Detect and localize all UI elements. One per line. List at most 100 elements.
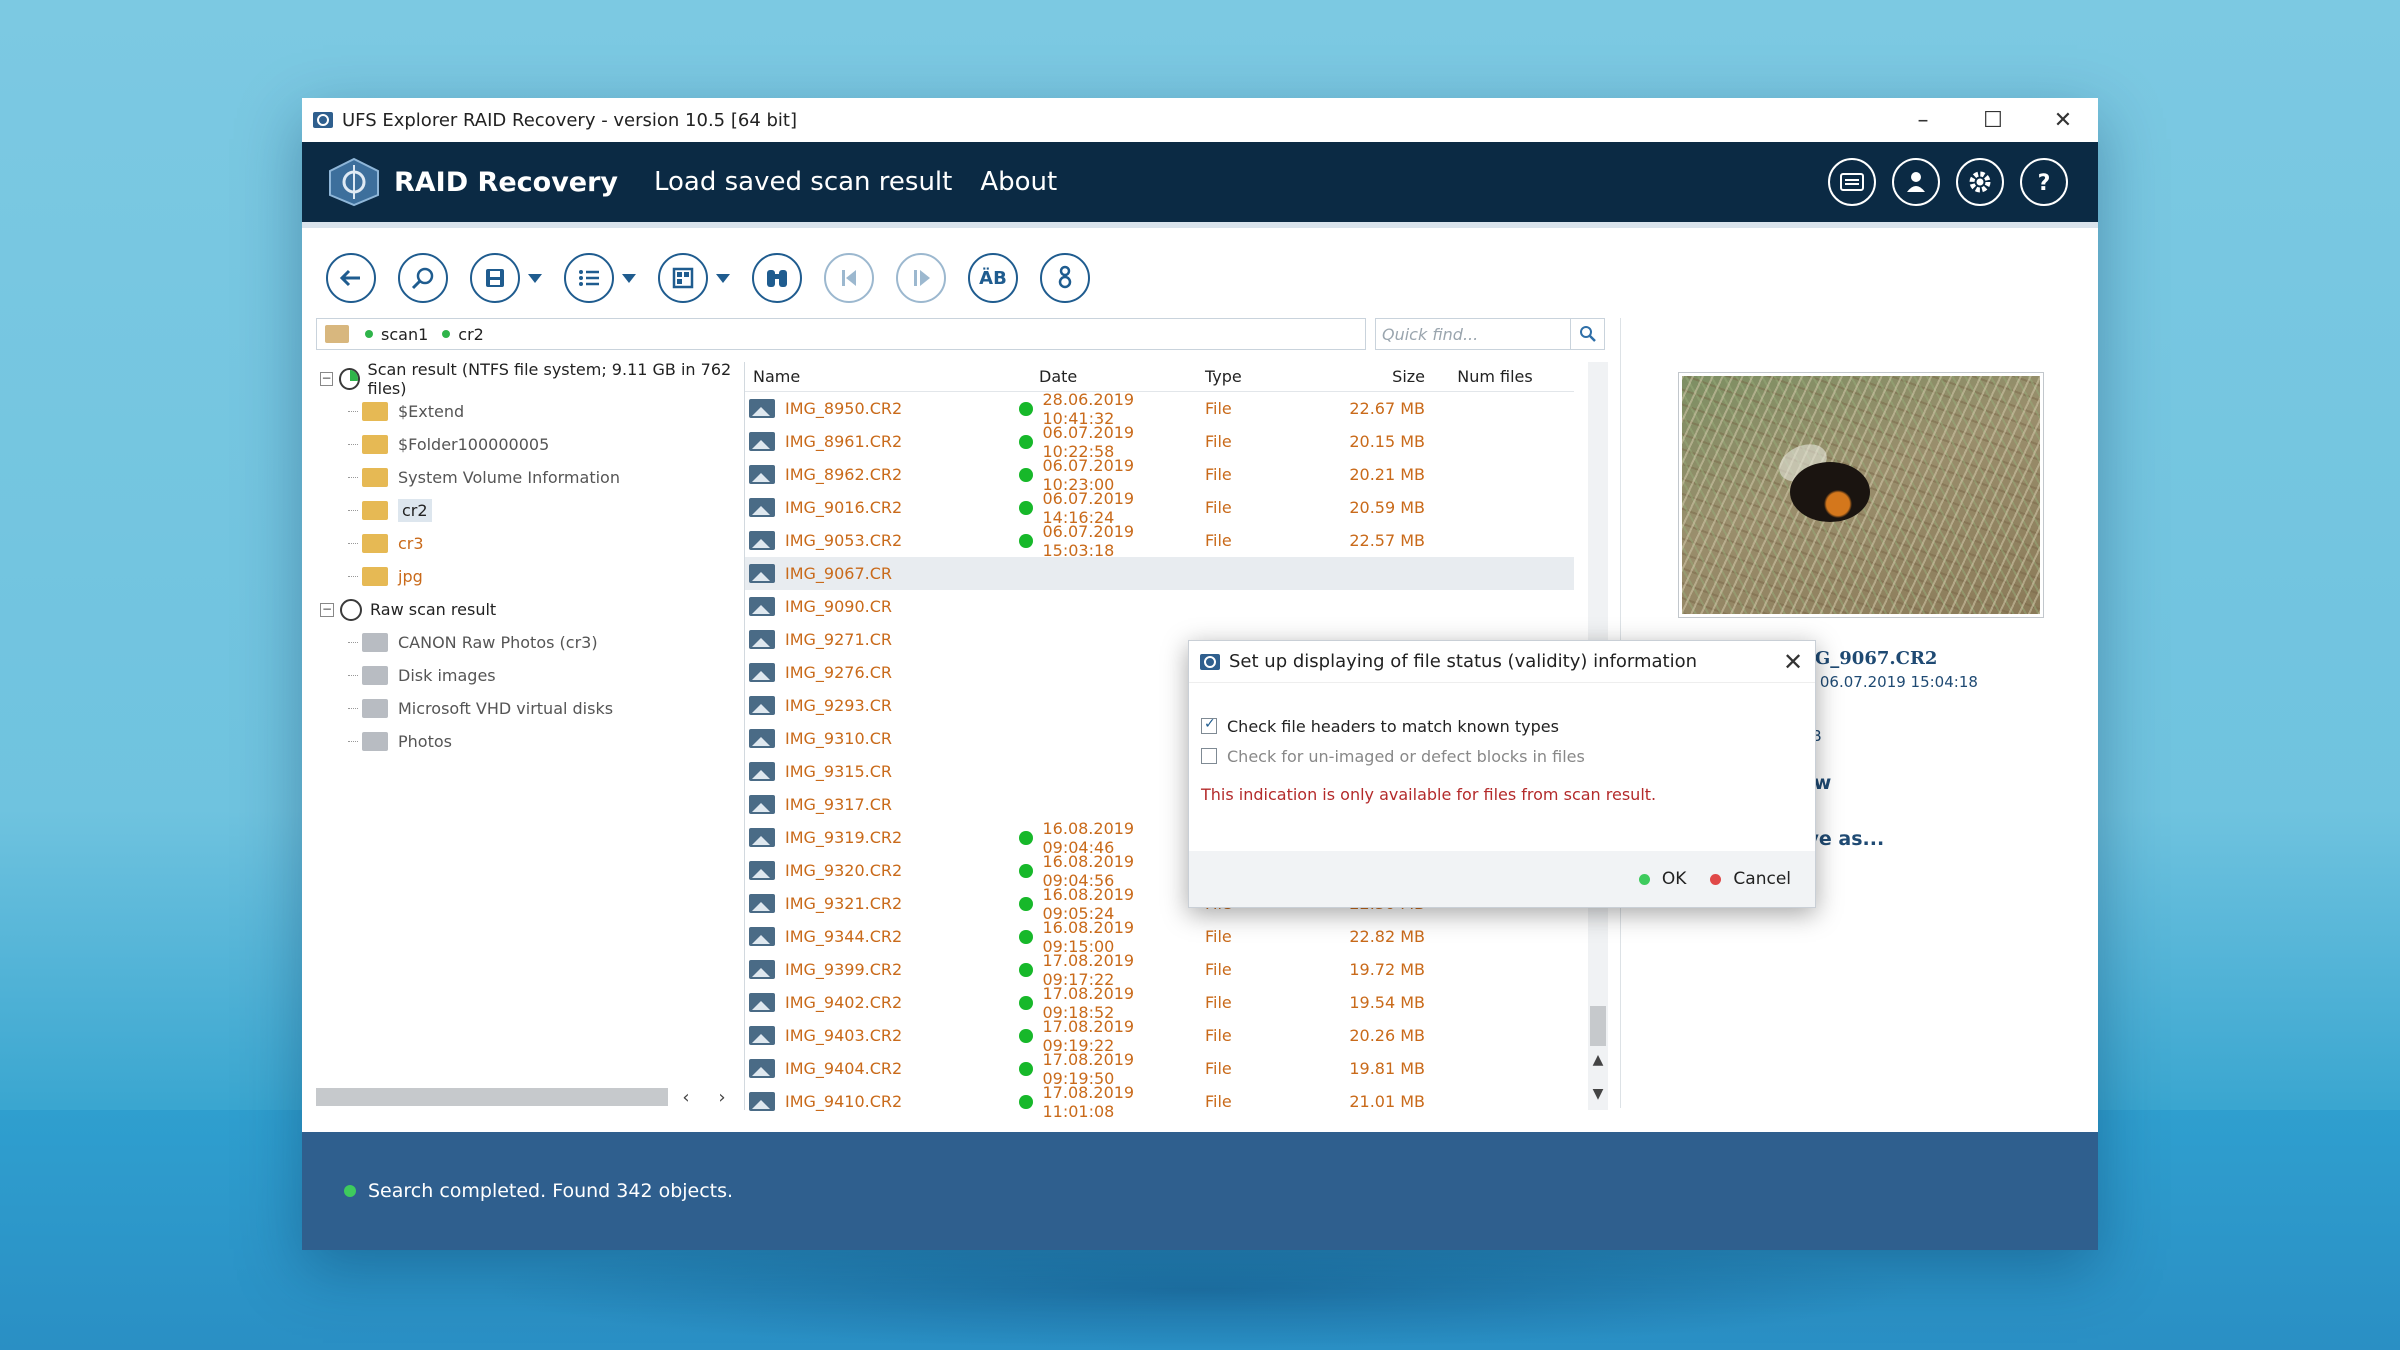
file-status-dialog: Set up displaying of file status (validi… <box>1188 640 1816 908</box>
image-file-icon <box>749 762 775 781</box>
info-icon[interactable] <box>1040 253 1090 303</box>
cell-type: File <box>1205 1059 1232 1078</box>
table-row[interactable]: IMG_9404.CR2 17.08.2019 09:19:50 File 19.81… <box>745 1050 1574 1088</box>
tree-node[interactable]: Photos <box>316 725 742 758</box>
thumbnail-view-icon[interactable] <box>658 253 708 303</box>
table-row[interactable]: IMG_9053.CR2 06.07.2019 15:03:18 File 22.57… <box>745 522 1574 560</box>
cancel-button[interactable]: Cancel <box>1710 869 1791 889</box>
breadcrumb-item[interactable]: cr2 <box>442 325 484 344</box>
check-blocks-checkbox[interactable] <box>1201 748 1217 764</box>
list-view-dropdown-icon[interactable] <box>622 273 636 283</box>
table-row[interactable]: IMG_9016.CR2 06.07.2019 14:16:24 File 20.59… <box>745 489 1574 527</box>
nav-load-saved-scan[interactable]: Load saved scan result <box>654 167 952 197</box>
quick-find-placeholder: Quick find... <box>1382 324 1479 344</box>
column-num-files[interactable]: Num files <box>1435 367 1555 386</box>
tree-node[interactable]: $Folder100000005 <box>316 428 742 461</box>
table-row[interactable]: IMG_9067.CR <box>745 557 1574 590</box>
cell-size: 22.67 MB <box>1349 399 1425 418</box>
close-button[interactable]: ✕ <box>2028 98 2098 142</box>
breadcrumb-item[interactable]: scan1 <box>365 325 428 344</box>
quick-find-input[interactable]: Quick find... <box>1375 318 1605 350</box>
cell-name: IMG_9315.CR <box>745 762 1015 781</box>
minimize-button[interactable]: – <box>1888 98 1958 142</box>
help-icon[interactable]: ? <box>2020 158 2068 206</box>
table-row[interactable]: IMG_8962.CR2 06.07.2019 10:23:00 File 20.21… <box>745 456 1574 494</box>
cell-name: IMG_9344.CR2 <box>745 927 1015 946</box>
next-icon[interactable] <box>896 253 946 303</box>
folder-icon <box>362 567 388 586</box>
check-blocks-option[interactable]: Check for un-imaged or defect blocks in … <box>1201 741 1803 771</box>
tree-node[interactable]: cr3 <box>316 527 742 560</box>
scroll-down-icon[interactable]: ▼ <box>1590 1086 1606 1102</box>
svg-text:?: ? <box>2038 171 2051 195</box>
status-text: Search completed. Found 342 objects. <box>368 1180 734 1202</box>
ok-button[interactable]: OK <box>1638 869 1686 889</box>
tree-node[interactable]: jpg <box>316 560 742 593</box>
valid-status-icon <box>1019 830 1033 845</box>
tree-node-cr2[interactable]: cr2 <box>316 494 742 527</box>
search-icon[interactable] <box>1570 319 1604 349</box>
table-row[interactable]: IMG_9344.CR2 16.08.2019 09:15:00 File 22.82… <box>745 918 1574 956</box>
list-view-icon[interactable] <box>564 253 614 303</box>
image-file-icon <box>749 597 775 616</box>
save-icon[interactable] <box>470 253 520 303</box>
check-headers-option[interactable]: Check file headers to match known types <box>1201 711 1803 741</box>
column-date[interactable]: Date <box>1015 367 1205 386</box>
table-row[interactable]: IMG_9402.CR2 17.08.2019 09:18:52 File 19.54… <box>745 984 1574 1022</box>
settings-icon[interactable] <box>1956 158 2004 206</box>
check-blocks-label: Check for un-imaged or defect blocks in … <box>1227 746 1585 766</box>
folder-icon <box>362 633 388 652</box>
account-icon[interactable] <box>1892 158 1940 206</box>
tree-node[interactable]: CANON Raw Photos (cr3) <box>316 626 742 659</box>
folder-icon <box>362 435 388 454</box>
folder-icon <box>325 325 349 343</box>
scroll-up-icon[interactable]: ▲ <box>1590 1052 1606 1068</box>
cell-name: IMG_9090.CR <box>745 597 1015 616</box>
save-dropdown-icon[interactable] <box>528 273 542 283</box>
collapse-icon[interactable]: − <box>320 371 334 386</box>
tree-node-raw-scan[interactable]: − Raw scan result <box>316 593 742 626</box>
tree-node[interactable]: $Extend <box>316 395 742 428</box>
dialog-body: Check file headers to match known types … <box>1189 683 1815 804</box>
breadcrumb: scan1 cr2 <box>316 318 1366 350</box>
report-icon[interactable] <box>1828 158 1876 206</box>
column-size[interactable]: Size <box>1295 367 1435 386</box>
table-row[interactable]: IMG_9410.CR2 17.08.2019 11:01:08 File 21.01… <box>745 1083 1574 1121</box>
tree-node[interactable]: Microsoft VHD virtual disks <box>316 692 742 725</box>
table-row[interactable]: IMG_8961.CR2 06.07.2019 10:22:58 File 20.15… <box>745 423 1574 461</box>
tree-node-scan-result[interactable]: − Scan result (NTFS file system; 9.11 GB… <box>316 360 742 398</box>
column-type[interactable]: Type <box>1205 367 1295 386</box>
nav-about[interactable]: About <box>980 167 1057 197</box>
table-row[interactable]: IMG_9403.CR2 17.08.2019 09:19:22 File 20.26… <box>745 1017 1574 1055</box>
column-name[interactable]: Name <box>745 367 1015 386</box>
preview-thumbnail[interactable] <box>1678 372 2044 618</box>
close-icon[interactable]: ✕ <box>1771 648 1815 676</box>
cell-size: 22.57 MB <box>1349 531 1425 550</box>
valid-status-icon <box>1019 995 1033 1010</box>
scrollbar-thumb[interactable] <box>1590 1006 1606 1046</box>
window-title: UFS Explorer RAID Recovery - version 10.… <box>342 109 798 131</box>
charset-icon[interactable]: ÄB <box>968 253 1018 303</box>
valid-status-icon <box>1019 929 1033 944</box>
prev-icon[interactable] <box>824 253 874 303</box>
binoculars-icon[interactable] <box>752 253 802 303</box>
tree-node[interactable]: Disk images <box>316 659 742 692</box>
tree-horizontal-scrollbar[interactable]: ‹ › <box>316 1086 742 1108</box>
thumbnail-dropdown-icon[interactable] <box>716 273 730 283</box>
cell-size: 19.72 MB <box>1349 960 1425 979</box>
dialog-title: Set up displaying of file status (validi… <box>1229 651 1698 672</box>
scrollbar-thumb[interactable] <box>316 1088 668 1106</box>
collapse-icon[interactable]: − <box>320 602 334 617</box>
back-icon[interactable] <box>326 253 376 303</box>
cell-name: IMG_9320.CR2 <box>745 861 1015 880</box>
table-row[interactable]: IMG_9399.CR2 17.08.2019 09:17:22 File 19.72… <box>745 951 1574 989</box>
scroll-right-icon[interactable]: › <box>704 1087 740 1108</box>
search-icon[interactable] <box>398 253 448 303</box>
table-row[interactable]: IMG_9090.CR <box>745 590 1574 623</box>
maximize-button[interactable]: ☐ <box>1958 98 2028 142</box>
scroll-left-icon[interactable]: ‹ <box>668 1087 704 1108</box>
table-row[interactable]: IMG_8950.CR2 28.06.2019 10:41:32 File 22.67… <box>745 390 1574 428</box>
cell-name: IMG_9402.CR2 <box>745 993 1015 1012</box>
check-headers-checkbox[interactable] <box>1201 716 1217 734</box>
tree-node[interactable]: System Volume Information <box>316 461 742 494</box>
